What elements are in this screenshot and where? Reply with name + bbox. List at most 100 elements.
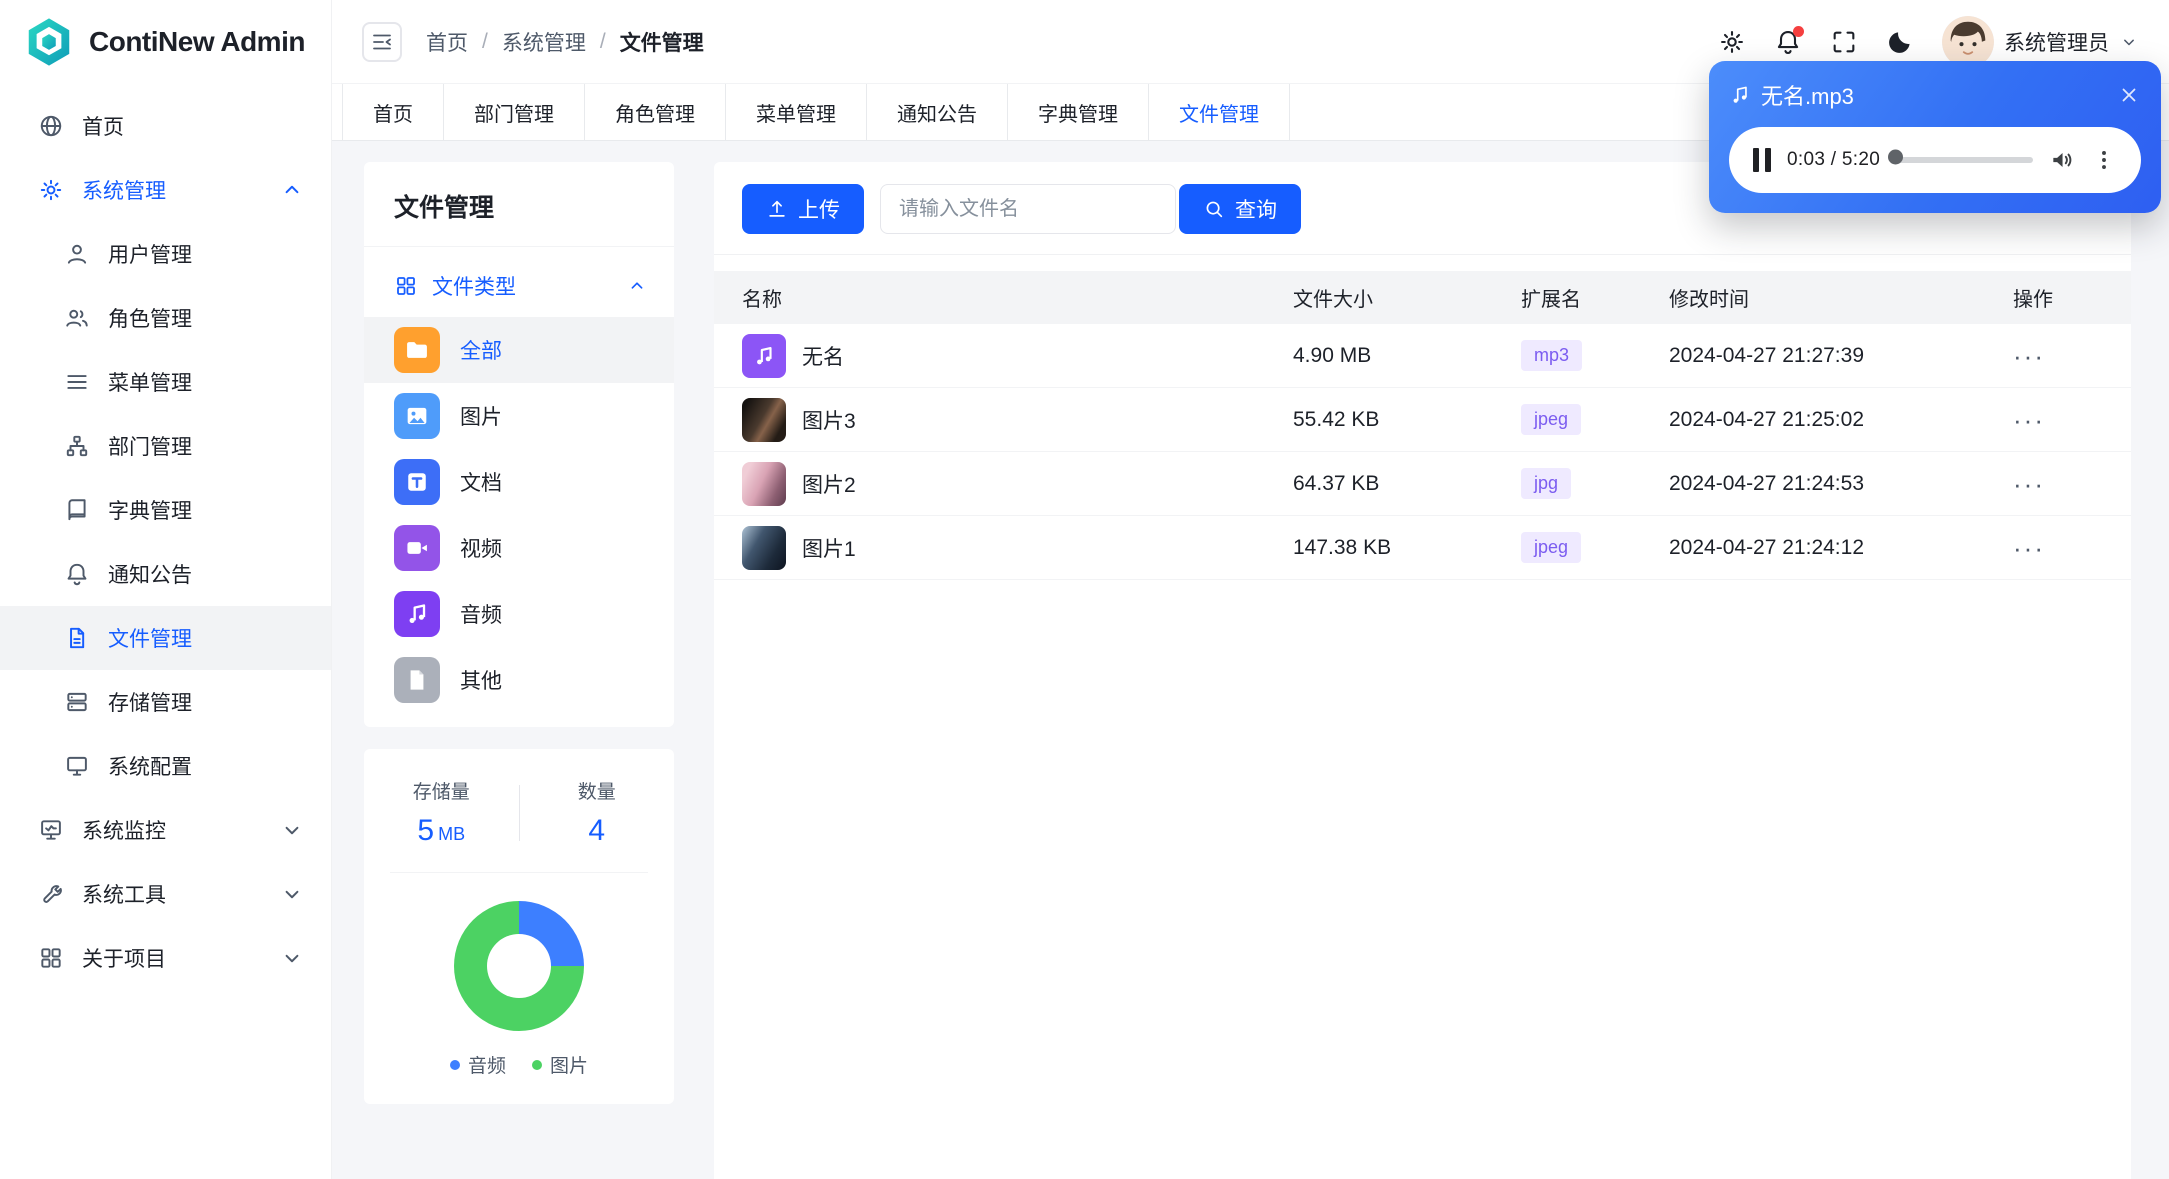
row-actions-button[interactable]: ··· bbox=[2013, 407, 2131, 433]
sidebar-nav: 首页 系统管理 用户管理 角色管理 菜单管理 部门管理 字典管理 通知公告 文件… bbox=[0, 84, 331, 1179]
sidebar-item-home[interactable]: 首页 bbox=[0, 94, 331, 158]
column-actions: 操作 bbox=[2013, 289, 2053, 311]
audio-player-popup: 无名.mp3 0:03 / 5:20 bbox=[1709, 61, 2161, 213]
fullscreen-icon[interactable] bbox=[1830, 28, 1858, 56]
monitor-icon bbox=[64, 753, 90, 779]
sidebar-item-system-tools[interactable]: 系统工具 bbox=[0, 862, 331, 926]
image-thumbnail bbox=[742, 461, 786, 506]
avatar[interactable] bbox=[1942, 15, 1994, 68]
menu-fold-icon bbox=[370, 30, 394, 54]
file-modified-time: 2024-04-27 21:25:02 bbox=[1669, 407, 1864, 431]
sidebar-item-menu-management[interactable]: 菜单管理 bbox=[0, 350, 331, 414]
column-extension: 扩展名 bbox=[1521, 289, 1581, 311]
app-logo: ContiNew Admin bbox=[0, 0, 331, 84]
kebab-menu-icon[interactable] bbox=[2091, 147, 2117, 173]
table-row: 图片2 64.37 KB jpg 2024-04-27 21:24:53 ··· bbox=[714, 452, 2131, 516]
upload-button[interactable]: 上传 bbox=[742, 184, 864, 234]
sidebar-item-label: 菜单管理 bbox=[108, 372, 192, 395]
music-note-icon bbox=[1729, 84, 1751, 106]
row-actions-button[interactable]: ··· bbox=[2013, 471, 2131, 497]
row-actions-button[interactable]: ··· bbox=[2013, 343, 2131, 369]
breadcrumb-separator: / bbox=[599, 29, 606, 53]
file-type-label: 其他 bbox=[460, 670, 502, 693]
audio-title: 无名.mp3 bbox=[1761, 84, 1854, 109]
file-list-card: 上传 查询 名称 文件大小 扩展名 修改时间 bbox=[714, 162, 2131, 1179]
audio-file-icon bbox=[742, 333, 786, 378]
sidebar-item-user-management[interactable]: 用户管理 bbox=[0, 222, 331, 286]
sidebar-item-label: 通知公告 bbox=[108, 564, 192, 587]
notification-bell-icon[interactable] bbox=[1774, 25, 1804, 56]
sidebar-item-label: 字典管理 bbox=[108, 500, 192, 523]
extension-badge: jpeg bbox=[1521, 532, 1582, 563]
page-content: 文件管理 文件类型 全部 图片 文档 视频 音频 其他 存储量 5 MB 数量 … bbox=[332, 141, 2169, 1179]
users-icon bbox=[64, 305, 90, 331]
storage-value: 5 bbox=[417, 814, 435, 847]
volume-icon[interactable] bbox=[2049, 147, 2075, 173]
chart-legend: 音频 图片 bbox=[449, 1051, 588, 1078]
sidebar-item-department-management[interactable]: 部门管理 bbox=[0, 414, 331, 478]
query-button-label: 查询 bbox=[1235, 199, 1277, 222]
sidebar-item-file-management[interactable]: 文件管理 bbox=[0, 606, 331, 670]
table-row: 图片3 55.42 KB jpeg 2024-04-27 21:25:02 ··… bbox=[714, 388, 2131, 452]
file-name: 图片3 bbox=[802, 409, 856, 433]
file-type-audio[interactable]: 音频 bbox=[364, 581, 674, 647]
book-icon bbox=[64, 497, 90, 523]
sidebar-item-label: 关于项目 bbox=[82, 948, 166, 971]
file-type-label: 音频 bbox=[460, 604, 502, 627]
org-tree-icon bbox=[64, 433, 90, 459]
sidebar-item-notifications[interactable]: 通知公告 bbox=[0, 542, 331, 606]
pause-button[interactable] bbox=[1753, 148, 1771, 172]
sidebar-item-role-management[interactable]: 角色管理 bbox=[0, 286, 331, 350]
query-button[interactable]: 查询 bbox=[1179, 184, 1301, 234]
menu-lines-icon bbox=[64, 369, 90, 395]
music-note-icon bbox=[394, 591, 440, 637]
file-type-document[interactable]: 文档 bbox=[364, 449, 674, 515]
close-icon[interactable] bbox=[2117, 83, 2141, 107]
chevron-down-icon bbox=[2119, 32, 2139, 52]
audio-progress-slider[interactable] bbox=[1896, 157, 2033, 163]
audio-time: 0:03 / 5:20 bbox=[1787, 149, 1881, 170]
storage-stats-card: 存储量 5 MB 数量 4 音频 图片 bbox=[364, 749, 674, 1104]
user-menu[interactable]: 系统管理员 bbox=[1942, 15, 2139, 68]
image-icon bbox=[394, 393, 440, 439]
tab-dictionary[interactable]: 字典管理 bbox=[1008, 84, 1149, 140]
sidebar-item-system-config[interactable]: 系统配置 bbox=[0, 734, 331, 798]
tab-notice[interactable]: 通知公告 bbox=[867, 84, 1008, 140]
tab-menu[interactable]: 菜单管理 bbox=[726, 84, 867, 140]
chevron-down-icon bbox=[279, 817, 305, 843]
tab-file-management[interactable]: 文件管理 bbox=[1149, 84, 1290, 140]
dark-mode-moon-icon[interactable] bbox=[1886, 28, 1914, 56]
stats-row: 存储量 5 MB 数量 4 bbox=[364, 777, 674, 848]
row-actions-button[interactable]: ··· bbox=[2013, 535, 2131, 561]
search-input[interactable] bbox=[880, 184, 1176, 234]
legend-item-image: 图片 bbox=[532, 1051, 588, 1078]
file-type-all[interactable]: 全部 bbox=[364, 317, 674, 383]
file-types-heading[interactable]: 文件类型 bbox=[364, 247, 674, 317]
file-type-video[interactable]: 视频 bbox=[364, 515, 674, 581]
sidebar-collapse-button[interactable] bbox=[362, 21, 402, 62]
table-row: 无名 4.90 MB mp3 2024-04-27 21:27:39 ··· bbox=[714, 324, 2131, 388]
sidebar-item-system-management[interactable]: 系统管理 bbox=[0, 158, 331, 222]
legend-label: 音频 bbox=[467, 1056, 506, 1077]
storage-stat: 存储量 5 MB bbox=[364, 777, 519, 848]
breadcrumb-item-home[interactable]: 首页 bbox=[426, 27, 468, 57]
file-type-other[interactable]: 其他 bbox=[364, 647, 674, 713]
file-type-image[interactable]: 图片 bbox=[364, 383, 674, 449]
tab-department[interactable]: 部门管理 bbox=[444, 84, 585, 140]
sidebar-item-storage-management[interactable]: 存储管理 bbox=[0, 670, 331, 734]
breadcrumb: 首页 / 系统管理 / 文件管理 bbox=[426, 27, 704, 57]
sidebar-item-about-project[interactable]: 关于项目 bbox=[0, 926, 331, 990]
video-camera-icon bbox=[394, 525, 440, 571]
sidebar-item-label: 用户管理 bbox=[108, 244, 192, 267]
audio-controls: 0:03 / 5:20 bbox=[1729, 127, 2141, 193]
settings-icon[interactable] bbox=[1718, 28, 1746, 56]
sidebar-item-system-monitor[interactable]: 系统监控 bbox=[0, 798, 331, 862]
storage-donut bbox=[454, 901, 584, 1031]
breadcrumb-item-system[interactable]: 系统管理 bbox=[502, 27, 586, 57]
tab-home[interactable]: 首页 bbox=[342, 84, 444, 140]
sidebar-item-dictionary-management[interactable]: 字典管理 bbox=[0, 478, 331, 542]
folder-icon bbox=[394, 327, 440, 373]
tab-role[interactable]: 角色管理 bbox=[585, 84, 726, 140]
tab-label: 文件管理 bbox=[1179, 103, 1259, 126]
tab-label: 菜单管理 bbox=[756, 103, 836, 126]
